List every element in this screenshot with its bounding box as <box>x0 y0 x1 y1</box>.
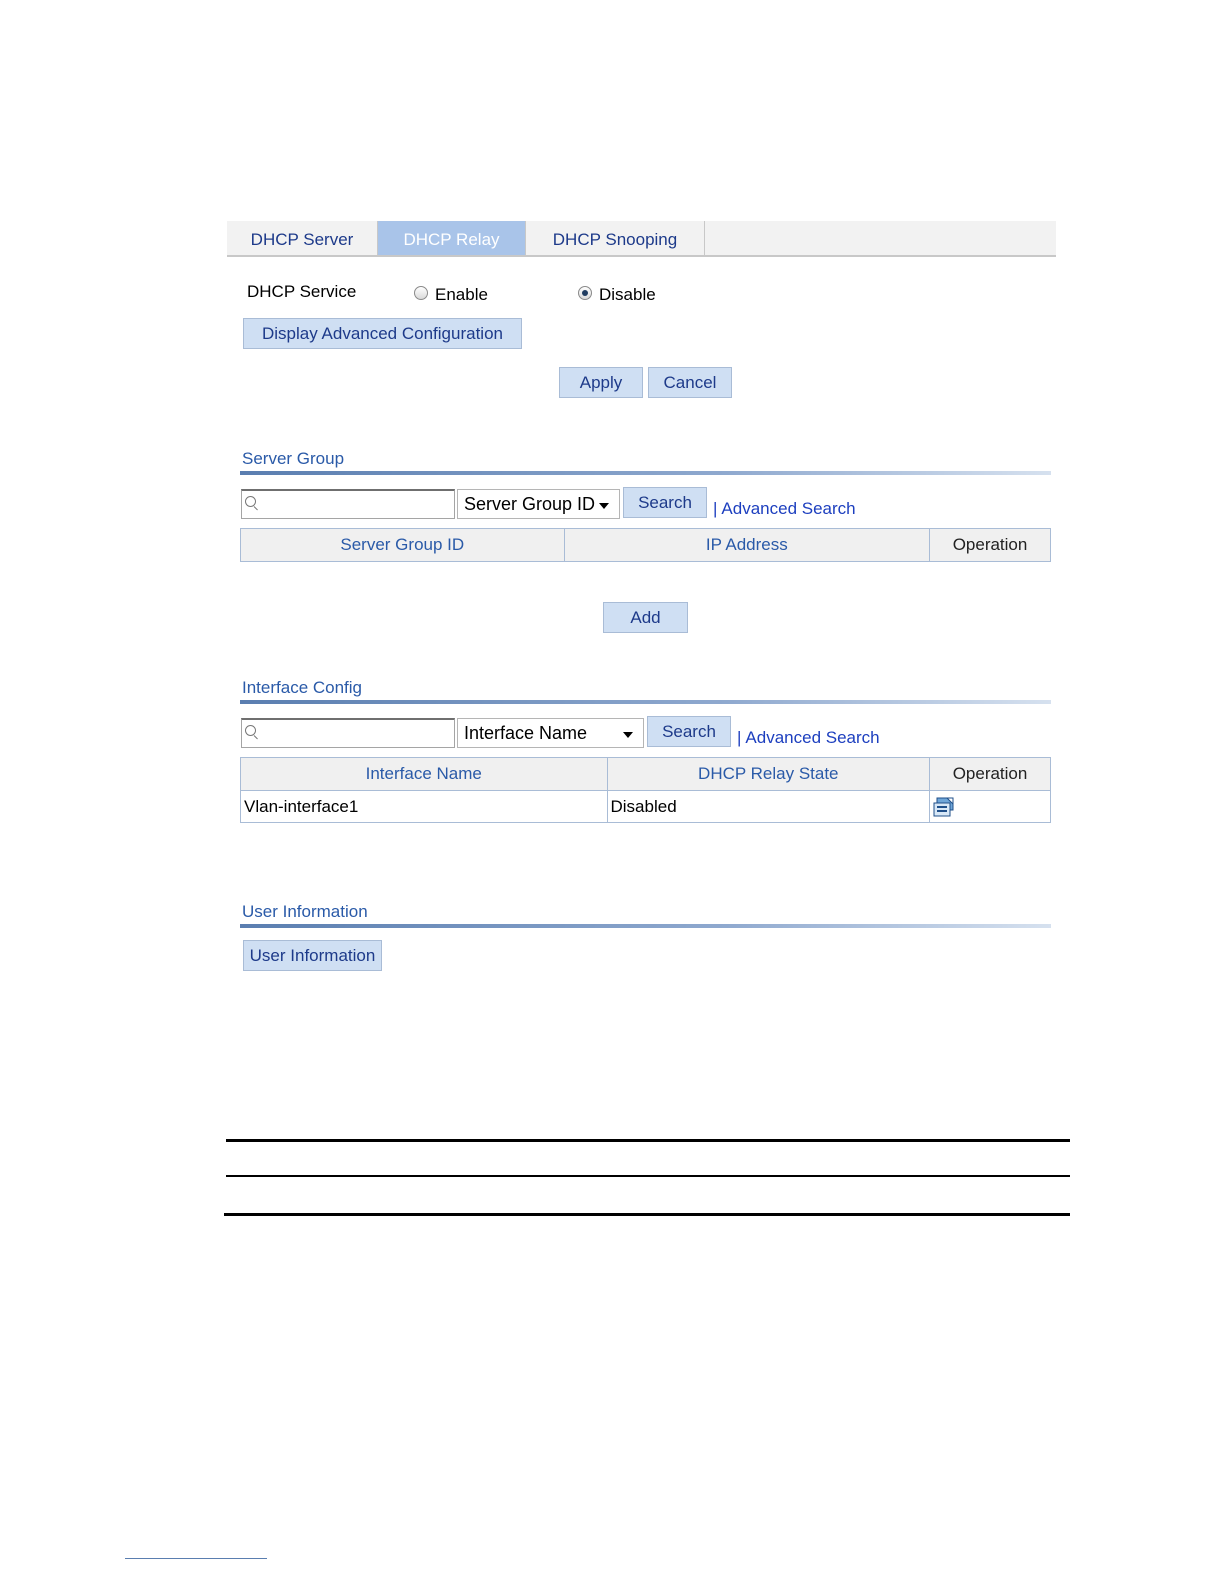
cancel-button[interactable]: Cancel <box>648 367 732 398</box>
server-group-search-button[interactable]: Search <box>623 487 707 518</box>
cell-operation <box>929 790 1051 823</box>
column-header-server-group-id[interactable]: Server Group ID <box>240 528 565 562</box>
cell-dhcp-relay-state: Disabled <box>606 790 931 823</box>
server-group-search-input[interactable] <box>241 489 455 519</box>
interface-config-divider <box>240 700 1051 704</box>
interface-advanced-search[interactable]: | Advanced Search <box>737 728 880 748</box>
table-header-row: Server Group ID IP Address Operation <box>240 528 1051 562</box>
chevron-down-icon <box>599 503 609 509</box>
dhcp-service-label: DHCP Service <box>247 282 357 301</box>
search-icon <box>245 725 256 736</box>
footnote-separator <box>125 1558 267 1559</box>
server-group-field-select-value: Server Group ID <box>464 494 596 514</box>
enable-radio-label[interactable]: Enable <box>435 285 488 305</box>
interface-config-table: Interface Name DHCP Relay State Operatio… <box>240 757 1051 823</box>
user-information-button[interactable]: User Information <box>243 940 382 971</box>
apply-button[interactable]: Apply <box>559 367 643 398</box>
interface-search-button[interactable]: Search <box>647 716 731 747</box>
disable-radio[interactable] <box>578 286 592 300</box>
advanced-search-link[interactable]: Advanced Search <box>721 499 855 518</box>
column-header-operation: Operation <box>929 757 1051 791</box>
table-middle-rule <box>226 1175 1070 1177</box>
server-group-title: Server Group <box>242 449 345 468</box>
search-icon <box>245 496 256 507</box>
edit-config-icon[interactable] <box>933 796 957 818</box>
table-row: Vlan-interface1 Disabled <box>240 790 1051 823</box>
server-group-divider <box>240 471 1051 475</box>
column-header-operation: Operation <box>929 528 1051 562</box>
chevron-down-icon <box>623 732 633 738</box>
tab-bar: DHCP Server DHCP Relay DHCP Snooping <box>227 221 1056 257</box>
display-advanced-configuration-button[interactable]: Display Advanced Configuration <box>243 318 522 349</box>
advanced-search-link[interactable]: Advanced Search <box>745 728 879 747</box>
server-group-field-select[interactable]: Server Group ID <box>457 489 620 519</box>
tab-dhcp-server[interactable]: DHCP Server <box>227 221 378 255</box>
enable-radio[interactable] <box>414 286 428 300</box>
server-group-table: Server Group ID IP Address Operation <box>240 528 1051 562</box>
column-header-interface-name[interactable]: Interface Name <box>240 757 608 791</box>
cell-interface-name: Vlan-interface1 <box>240 790 608 823</box>
interface-field-select[interactable]: Interface Name <box>457 718 644 748</box>
tab-dhcp-snooping[interactable]: DHCP Snooping <box>526 221 705 255</box>
server-group-advanced-search[interactable]: | Advanced Search <box>713 499 856 519</box>
interface-field-select-value: Interface Name <box>464 723 588 743</box>
disable-radio-label[interactable]: Disable <box>599 285 656 305</box>
interface-search-input[interactable] <box>241 718 455 748</box>
user-information-divider <box>240 924 1051 928</box>
table-top-rule <box>226 1139 1070 1142</box>
add-server-group-button[interactable]: Add <box>603 602 688 633</box>
column-header-dhcp-relay-state[interactable]: DHCP Relay State <box>606 757 931 791</box>
user-information-title: User Information <box>242 902 368 921</box>
table-header-row: Interface Name DHCP Relay State Operatio… <box>240 757 1051 791</box>
link-separator: | <box>737 728 742 747</box>
link-separator: | <box>713 499 718 518</box>
column-header-ip-address[interactable]: IP Address <box>563 528 931 562</box>
tab-dhcp-relay[interactable]: DHCP Relay <box>378 221 526 255</box>
interface-config-title: Interface Config <box>242 678 363 697</box>
table-bottom-rule <box>224 1213 1070 1216</box>
